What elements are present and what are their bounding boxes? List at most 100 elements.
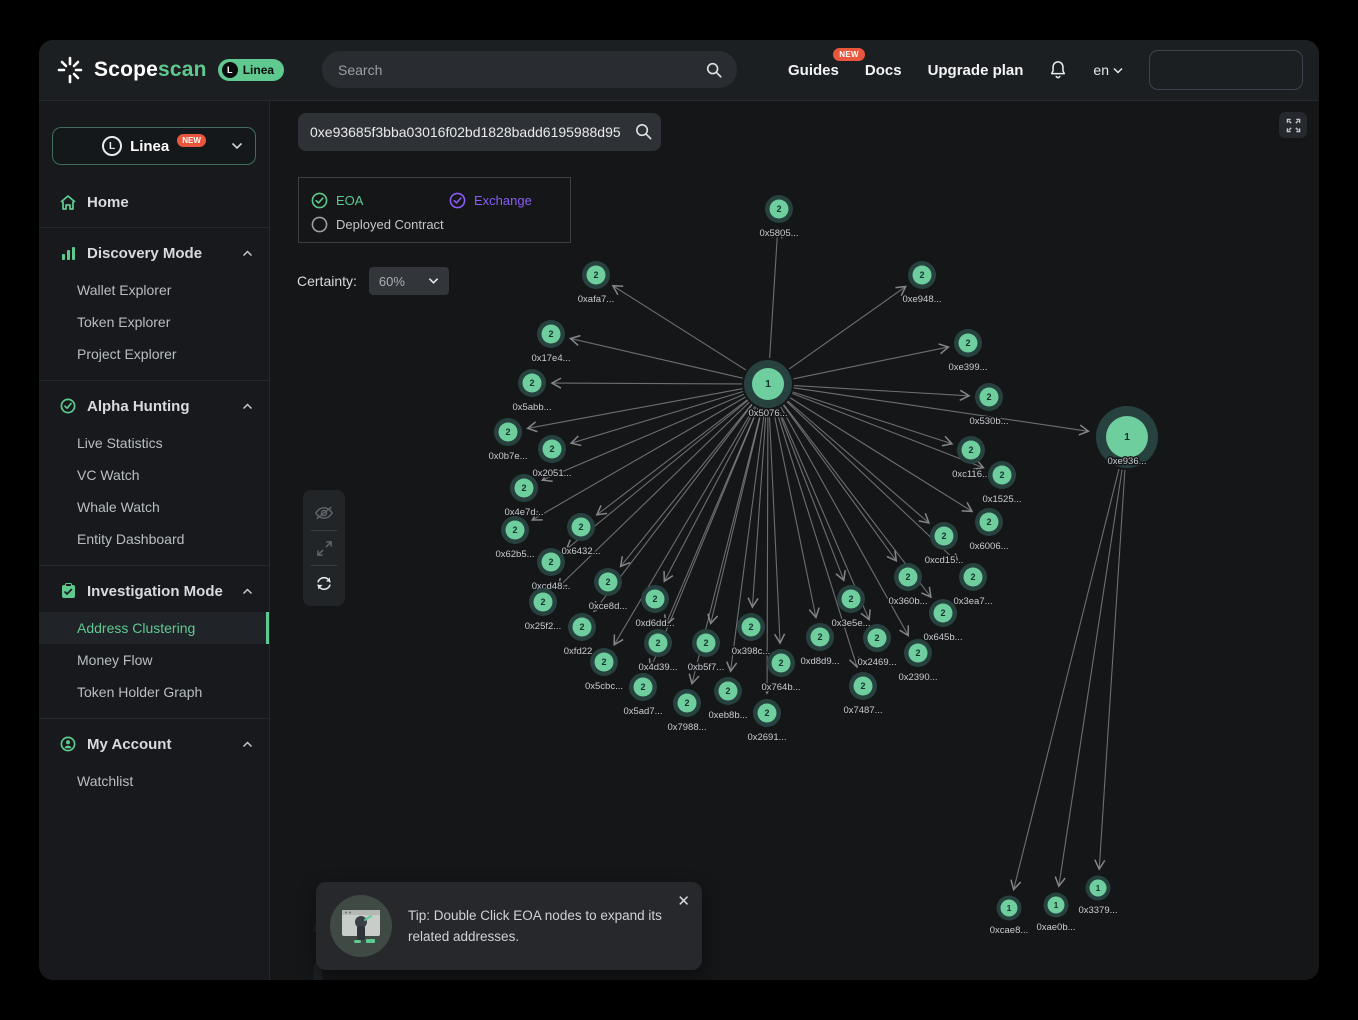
graph-node[interactable]: 20xb5f7... xyxy=(688,629,724,673)
graph-node[interactable]: 20x62b5... xyxy=(495,516,534,560)
address-search-box[interactable]: 0xe93685f3bba03016f02bd1828badd6195988d9… xyxy=(298,113,661,151)
graph-node[interactable]: 20x530b... xyxy=(969,383,1008,427)
header-action-button[interactable] xyxy=(1149,50,1303,90)
nav-guides[interactable]: GuidesNEW xyxy=(788,62,839,79)
node-count: 2 xyxy=(968,445,973,455)
node-count: 2 xyxy=(725,686,730,696)
graph-node[interactable]: 20x0b7e... xyxy=(488,418,527,462)
node-count: 2 xyxy=(776,204,781,214)
graph-node[interactable]: 20x25f2... xyxy=(525,588,561,632)
nav-docs[interactable]: Docs xyxy=(865,62,902,79)
graph-node[interactable]: 20x4d39... xyxy=(638,629,677,673)
graph-node[interactable]: 10x3379... xyxy=(1078,876,1117,917)
sidebar-item-live-statistics[interactable]: Live Statistics xyxy=(39,427,269,459)
hide-labels-button[interactable] xyxy=(303,496,345,530)
node-address-label: 0x6432... xyxy=(561,546,600,557)
graph-node[interactable]: 20xafa7... xyxy=(578,261,614,305)
sidebar-section-investigation-mode[interactable]: Investigation Mode xyxy=(39,576,269,606)
graph-node[interactable]: 20x6006... xyxy=(969,508,1008,552)
legend-exchange[interactable]: Exchange xyxy=(449,192,532,209)
graph-node[interactable]: 10xe936... xyxy=(1096,406,1158,468)
global-search[interactable] xyxy=(322,51,737,88)
node-address-label: 0x398c... xyxy=(732,646,771,657)
graph-node[interactable]: 20x5abb... xyxy=(512,369,551,413)
graph-node[interactable]: 10x5076... xyxy=(744,360,792,419)
graph-node[interactable]: 2 0x5805... xyxy=(759,195,798,239)
graph-node[interactable]: 20x3ea7... xyxy=(953,563,992,607)
sidebar-item-money-flow[interactable]: Money Flow xyxy=(39,644,269,676)
fit-view-button[interactable] xyxy=(303,531,345,565)
graph-node[interactable]: 20x5ad7... xyxy=(623,673,662,717)
brand[interactable]: Scopescan L Linea xyxy=(55,55,284,85)
graph-node[interactable]: 20x17e4... xyxy=(531,320,570,364)
graph-node[interactable]: 20x4e7d... xyxy=(504,474,543,518)
graph-node[interactable]: 20x2691... xyxy=(747,699,786,743)
graph-node[interactable]: 20x2051... xyxy=(532,435,571,479)
graph-node[interactable]: 10xcae8... xyxy=(990,896,1029,937)
graph-node[interactable]: 20xeb8b... xyxy=(708,677,747,721)
graph-node[interactable]: 20x2390... xyxy=(898,639,937,683)
graph-edge xyxy=(572,391,743,442)
graph-node[interactable]: 20xd6dd... xyxy=(635,585,674,629)
node-address-label: 0x645b... xyxy=(923,632,962,643)
graph-node[interactable]: 20xe399... xyxy=(948,329,987,373)
sidebar-item-token-explorer[interactable]: Token Explorer xyxy=(39,306,269,338)
sidebar-item-token-holder-graph[interactable]: Token Holder Graph xyxy=(39,676,269,708)
sidebar-item-wallet-explorer[interactable]: Wallet Explorer xyxy=(39,274,269,306)
sidebar-item-whale-watch[interactable]: Whale Watch xyxy=(39,491,269,523)
sidebar-item-vc-watch[interactable]: VC Watch xyxy=(39,459,269,491)
certainty-dropdown[interactable]: 60% xyxy=(369,267,449,295)
node-address-label: 0x5076... xyxy=(748,408,787,419)
node-address-label: 0xcd15... xyxy=(925,555,964,566)
sidebar-section-discovery-mode[interactable]: Discovery Mode xyxy=(39,238,269,268)
linea-logo-icon: L xyxy=(222,62,238,78)
close-icon[interactable]: ✕ xyxy=(677,892,690,910)
graph-node[interactable]: 20x7988... xyxy=(667,689,706,733)
chevron-up-icon xyxy=(242,250,253,257)
graph-node[interactable]: 20x3e5e... xyxy=(831,585,870,629)
nav-upgrade-plan[interactable]: Upgrade plan xyxy=(928,62,1024,79)
sidebar-item-project-explorer[interactable]: Project Explorer xyxy=(39,338,269,370)
graph-edge xyxy=(790,398,971,511)
radio-circle-icon xyxy=(311,216,328,233)
graph-node[interactable]: 20xd8d9... xyxy=(800,623,839,667)
legend-deployed-contract[interactable]: Deployed Contract xyxy=(311,216,444,233)
global-search-input[interactable] xyxy=(336,61,705,79)
graph-node[interactable]: 20xcd15... xyxy=(925,522,964,566)
graph-node[interactable]: 20x6432... xyxy=(561,513,600,557)
node-address-label: 0x2469... xyxy=(857,657,896,668)
top-header: Scopescan L Linea GuidesNEW Docs Upgrade… xyxy=(39,40,1319,101)
node-address-label: 0x3e5e... xyxy=(831,618,870,629)
graph-node[interactable]: 20x1525... xyxy=(982,461,1021,505)
graph-node[interactable]: 10xae0b... xyxy=(1036,893,1075,934)
graph-edge xyxy=(533,397,745,520)
graph-node[interactable]: 20x7487... xyxy=(843,672,882,716)
sidebar-item-address-clustering[interactable]: Address Clustering xyxy=(39,612,269,644)
bar-chart-icon xyxy=(59,246,77,260)
fullscreen-button[interactable] xyxy=(1279,112,1307,138)
node-address-label: 0x7487... xyxy=(843,705,882,716)
node-count: 2 xyxy=(986,517,991,527)
node-count: 2 xyxy=(549,444,554,454)
notifications-bell-icon[interactable] xyxy=(1049,60,1067,80)
sidebar-item-home[interactable]: Home xyxy=(39,187,269,217)
node-count: 2 xyxy=(548,329,553,339)
graph-node[interactable]: 20xfd22... xyxy=(564,613,600,657)
legend-eoa[interactable]: EOA xyxy=(311,192,441,209)
node-address-label: 0x5805... xyxy=(759,228,798,239)
graph-edge xyxy=(1014,469,1119,889)
sidebar-section-alpha-hunting[interactable]: Alpha Hunting xyxy=(39,391,269,421)
sidebar-section-my-account[interactable]: My Account xyxy=(39,729,269,759)
network-selector[interactable]: L Linea NEW xyxy=(52,127,256,165)
search-icon[interactable] xyxy=(634,122,653,146)
refresh-icon xyxy=(315,575,333,592)
sidebar-item-watchlist[interactable]: Watchlist xyxy=(39,765,269,797)
node-count: 1 xyxy=(1054,900,1059,910)
node-count: 2 xyxy=(593,270,598,280)
graph-node[interactable]: 20x2469... xyxy=(857,624,896,668)
language-selector[interactable]: en xyxy=(1093,62,1123,78)
refresh-button[interactable] xyxy=(303,566,345,600)
section-title: Investigation Mode xyxy=(87,583,223,600)
graph-node[interactable]: 20xe948... xyxy=(902,261,941,305)
sidebar-item-entity-dashboard[interactable]: Entity Dashboard xyxy=(39,523,269,555)
